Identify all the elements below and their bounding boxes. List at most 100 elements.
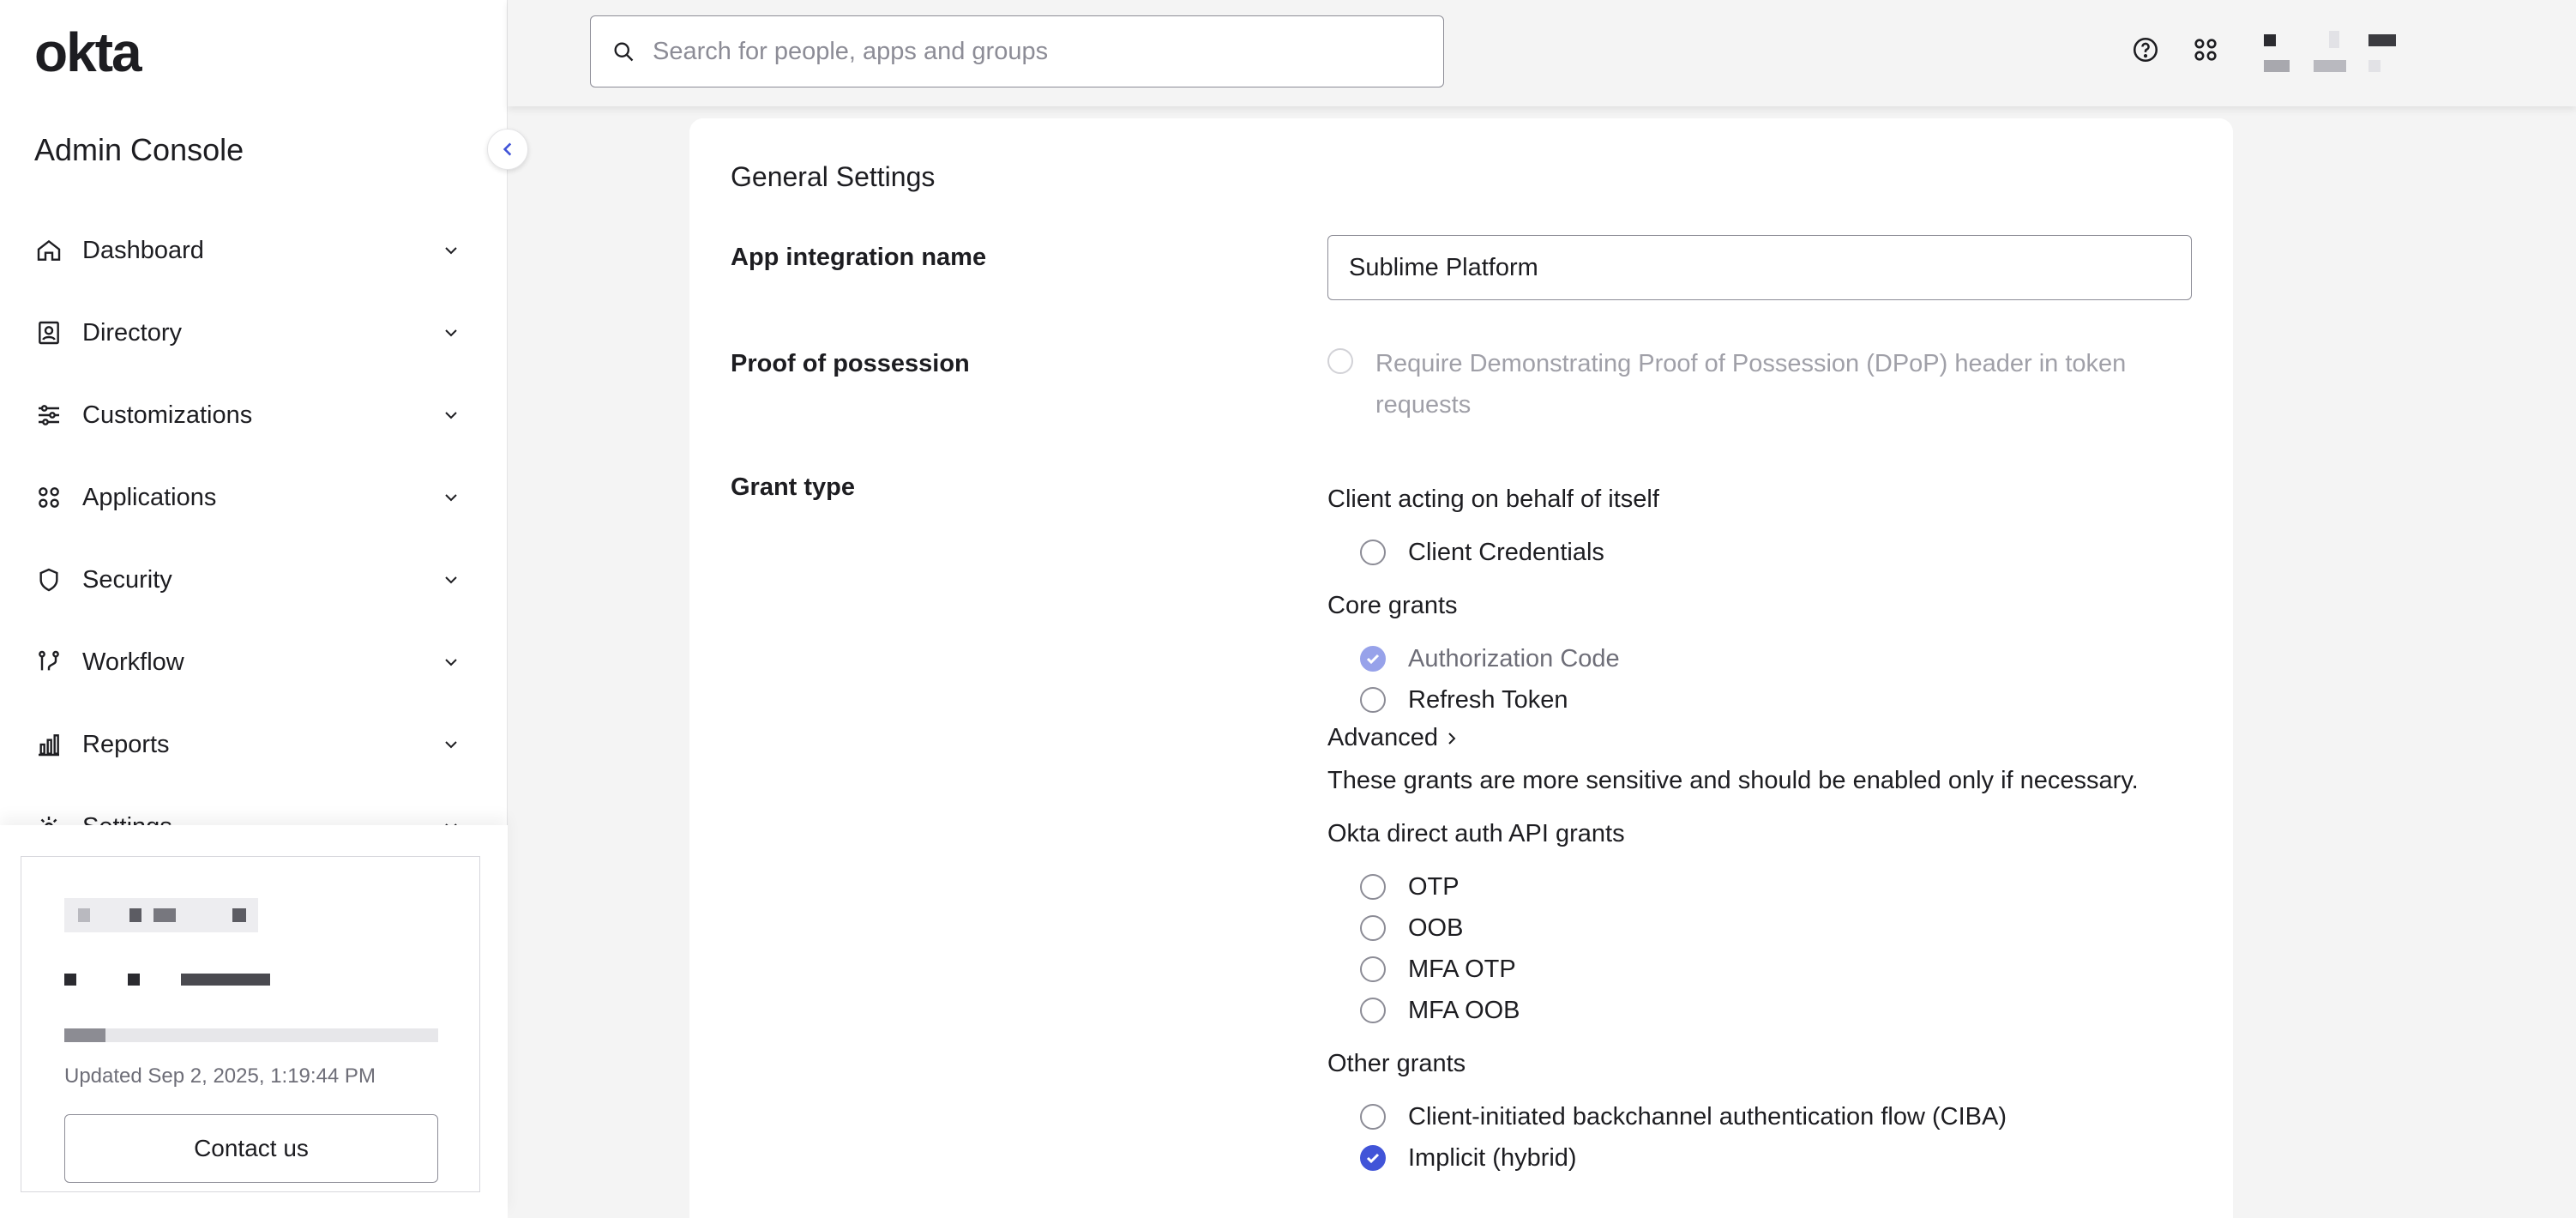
mfa-oob-label: MFA OOB	[1408, 996, 1520, 1024]
otp-checkbox[interactable]	[1360, 874, 1386, 900]
sidebar-item-label: Workflow	[82, 648, 184, 676]
app-switcher-icon[interactable]	[2188, 33, 2223, 67]
oob-option[interactable]: OOB	[1360, 911, 1463, 945]
redacted-block	[2264, 60, 2290, 72]
ciba-option[interactable]: Client-initiated backchannel authenticat…	[1360, 1100, 2007, 1134]
sidebar-item-directory[interactable]: Directory	[0, 292, 508, 374]
checkmark-icon	[1366, 1153, 1380, 1164]
bar-chart-icon	[34, 730, 63, 759]
okta-logo[interactable]: okta	[34, 22, 142, 82]
refresh-token-label: Refresh Token	[1408, 685, 1568, 714]
checkmark-icon	[1366, 654, 1380, 665]
dpop-label: Require Demonstrating Proof of Possessio…	[1375, 350, 2127, 419]
refresh-token-checkbox[interactable]	[1360, 687, 1386, 713]
sidebar-item-label: Applications	[82, 483, 217, 511]
sidebar-item-label: Directory	[82, 318, 183, 347]
sidebar: okta Admin Console Dashboard Directory C…	[0, 0, 508, 1218]
refresh-token-option[interactable]: Refresh Token	[1360, 683, 1568, 717]
client-credentials-checkbox[interactable]	[1360, 540, 1386, 565]
org-status-card: Updated Sep 2, 2025, 1:19:44 PM Contact …	[21, 856, 480, 1192]
user-menu[interactable]	[2260, 31, 2406, 79]
chevron-down-icon	[445, 329, 457, 337]
redacted-block	[129, 908, 141, 922]
mfa-oob-checkbox[interactable]	[1360, 998, 1386, 1023]
implicit-hybrid-checkbox[interactable]	[1360, 1145, 1386, 1171]
redacted-block	[153, 908, 176, 922]
advanced-label: Advanced	[1327, 724, 1438, 751]
chevron-down-icon	[445, 412, 457, 419]
redacted-block	[181, 974, 270, 986]
oob-label: OOB	[1408, 914, 1464, 942]
workflow-icon	[34, 648, 63, 677]
client-credentials-label: Client Credentials	[1408, 538, 1604, 566]
shield-icon	[34, 565, 63, 594]
core-group-label: Core grants	[1327, 592, 1458, 619]
implicit-hybrid-option[interactable]: Implicit (hybrid)	[1360, 1141, 1577, 1175]
section-title: General Settings	[731, 161, 936, 192]
sidebar-item-dashboard[interactable]: Dashboard	[0, 209, 508, 292]
usage-progress-bar	[64, 1028, 438, 1042]
mfa-oob-option[interactable]: MFA OOB	[1360, 993, 1520, 1028]
direct-auth-group-label: Okta direct auth API grants	[1327, 820, 1625, 847]
oob-checkbox[interactable]	[1360, 915, 1386, 941]
app-name-label: App integration name	[731, 244, 987, 271]
chevron-right-icon	[1448, 732, 1456, 745]
apps-grid-icon	[34, 483, 63, 512]
otp-option[interactable]: OTP	[1360, 870, 1460, 904]
sidebar-item-label: Security	[82, 565, 172, 594]
chevron-down-icon	[445, 576, 457, 584]
chevron-down-icon	[445, 659, 457, 666]
general-settings-card: General Settings App integration name Pr…	[689, 118, 2233, 1218]
chevron-left-icon	[503, 142, 512, 156]
chevron-down-icon	[445, 741, 457, 749]
redacted-block	[2368, 60, 2380, 72]
advanced-toggle[interactable]: Advanced	[1327, 724, 1460, 752]
sidebar-item-security[interactable]: Security	[0, 539, 508, 621]
sidebar-item-settings[interactable]: Settings	[0, 786, 508, 827]
sidebar-item-customizations[interactable]: Customizations	[0, 374, 508, 456]
redacted-block	[128, 974, 140, 986]
directory-icon	[34, 318, 63, 347]
implicit-hybrid-label: Implicit (hybrid)	[1408, 1143, 1577, 1172]
collapse-sidebar-button[interactable]	[487, 129, 528, 170]
ciba-checkbox[interactable]	[1360, 1104, 1386, 1130]
help-icon[interactable]	[2128, 33, 2163, 67]
mfa-otp-label: MFA OTP	[1408, 955, 1516, 983]
authorization-code-checkbox	[1360, 646, 1386, 672]
redacted-block	[78, 908, 90, 922]
sidebar-item-label: Customizations	[82, 401, 253, 429]
search-icon	[610, 38, 637, 65]
console-title: Admin Console	[34, 132, 244, 167]
usage-progress-fill	[64, 1028, 105, 1042]
sliders-icon	[34, 401, 63, 430]
contact-us-button[interactable]: Contact us	[64, 1114, 438, 1183]
authorization-code-option: Authorization Code	[1360, 642, 1620, 676]
top-bar	[508, 0, 2576, 106]
search-box[interactable]	[590, 15, 1444, 87]
search-input[interactable]	[653, 37, 1407, 66]
mfa-otp-checkbox[interactable]	[1360, 956, 1386, 982]
sidebar-item-applications[interactable]: Applications	[0, 456, 508, 539]
dpop-checkbox	[1327, 348, 1353, 374]
client-credentials-option[interactable]: Client Credentials	[1360, 535, 1604, 570]
redacted-block	[232, 908, 246, 922]
sidebar-item-reports[interactable]: Reports	[0, 703, 508, 786]
dpop-option: Require Demonstrating Proof of Possessio…	[1327, 343, 2185, 425]
pop-label: Proof of possession	[731, 350, 970, 377]
sidebar-item-label: Dashboard	[82, 236, 204, 264]
app-name-input[interactable]	[1327, 235, 2192, 300]
redacted-block	[2329, 31, 2339, 48]
client-group-label: Client acting on behalf of itself	[1327, 485, 1659, 513]
otp-label: OTP	[1408, 872, 1460, 901]
ciba-label: Client-initiated backchannel authenticat…	[1408, 1102, 2007, 1131]
redacted-block	[2368, 34, 2396, 46]
sidebar-item-label: Reports	[82, 730, 170, 758]
grant-type-label: Grant type	[731, 473, 856, 501]
mfa-otp-option[interactable]: MFA OTP	[1360, 952, 1516, 986]
home-icon	[34, 236, 63, 265]
redacted-block	[2264, 34, 2276, 46]
redacted-block	[2314, 60, 2346, 72]
other-grants-group-label: Other grants	[1327, 1050, 1466, 1077]
updated-timestamp: Updated Sep 2, 2025, 1:19:44 PM	[64, 1064, 376, 1088]
sidebar-item-workflow[interactable]: Workflow	[0, 621, 508, 703]
